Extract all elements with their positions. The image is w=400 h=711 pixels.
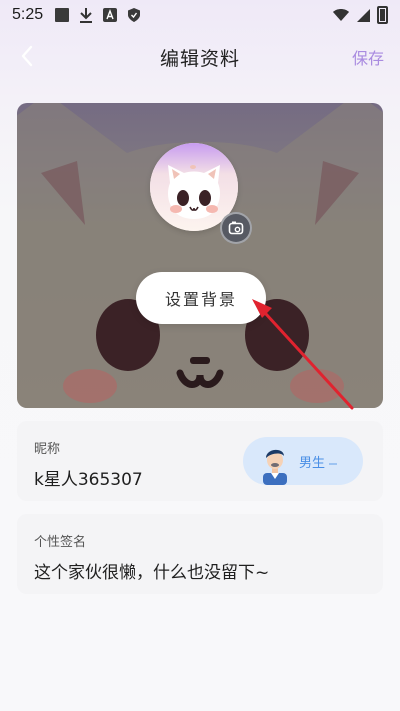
shield-icon [128, 8, 141, 22]
gender-selector[interactable]: 男生 [243, 437, 363, 485]
save-button[interactable]: 保存 [352, 45, 384, 69]
status-time: 5:25 [12, 6, 44, 23]
signature-label: 个性签名 [34, 535, 87, 550]
wifi-icon [333, 9, 349, 21]
male-figure-icon [263, 449, 287, 485]
download-icon [80, 8, 93, 23]
signature-value: 这个家伙很懒，什么也没留下~ [34, 563, 270, 583]
signal-icon [357, 8, 370, 22]
camera-icon [228, 221, 244, 235]
nickname-value: k星人365307 [34, 470, 143, 490]
app-notification-icon [55, 8, 70, 22]
nav-bar: 编辑资料 保存 [0, 36, 400, 76]
change-avatar-button[interactable] [220, 212, 252, 244]
set-background-button[interactable]: 设置背景 [136, 272, 266, 324]
nickname-label: 昵称 [34, 442, 61, 457]
gender-ellipsis [329, 463, 337, 465]
gender-label: 男生 [299, 456, 326, 471]
notification-icons [55, 7, 141, 23]
nickname-card[interactable]: 昵称 k星人365307 男生 [17, 421, 383, 501]
status-bar: 5:25 [0, 0, 400, 30]
battery-icon [377, 6, 388, 24]
system-icons [332, 6, 388, 24]
letter-a-icon [103, 8, 118, 22]
page-title: 编辑资料 [159, 48, 240, 70]
signature-card[interactable]: 个性签名 这个家伙很懒，什么也没留下~ [17, 514, 383, 594]
